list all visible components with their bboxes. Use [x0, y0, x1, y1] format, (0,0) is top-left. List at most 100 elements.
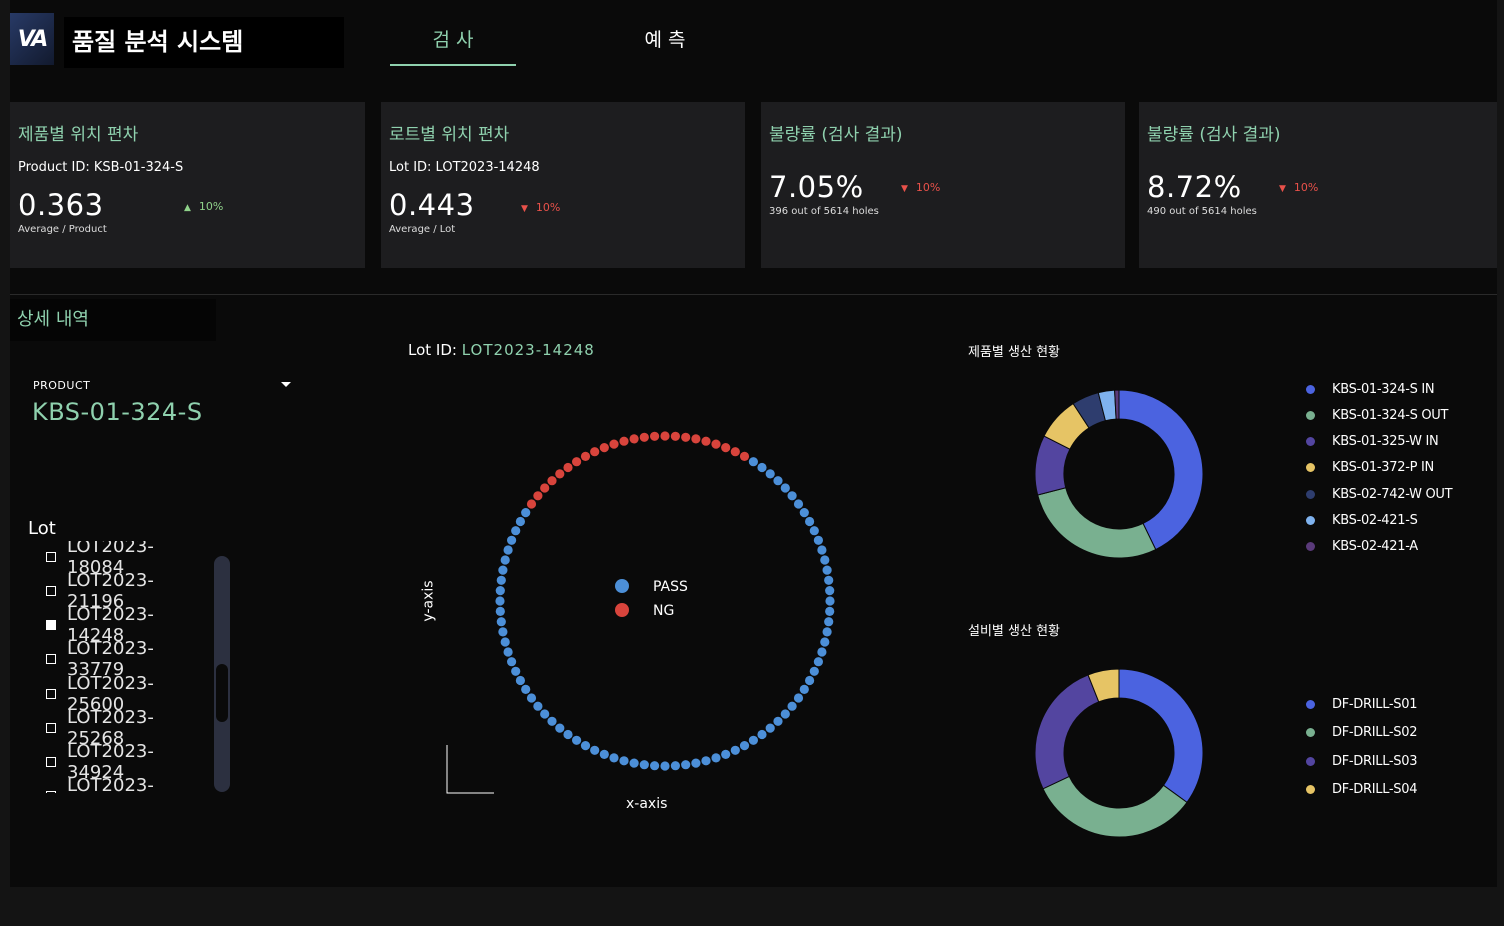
ng-point [730, 447, 740, 457]
trend-down-icon: ▼ [521, 204, 528, 214]
legend-item[interactable]: DF-DRILL-S04 [1306, 782, 1418, 797]
pass-point [533, 701, 543, 711]
kpi-title: 불량률 (검사 결과) [769, 125, 903, 145]
kpi-delta-value: 10% [1293, 181, 1319, 194]
tab-prediction[interactable]: 예 측 [602, 26, 728, 64]
lot-item-label: LOT2023-17744 [67, 775, 154, 793]
legend-dot [1306, 757, 1315, 766]
ng-point [739, 451, 750, 461]
ng-point [590, 447, 600, 457]
legend-item[interactable]: KBS-01-324-S IN [1306, 382, 1435, 397]
legend-dot [1306, 516, 1315, 525]
chevron-down-icon[interactable] [278, 376, 294, 392]
legend-item[interactable]: KBS-01-324-S OUT [1306, 408, 1448, 423]
lot-item[interactable]: LOT2023-21196 [38, 570, 208, 612]
scrollbar-thumb[interactable] [216, 664, 228, 722]
x-axis-label: x-axis [626, 796, 668, 812]
pass-point [813, 535, 823, 545]
pass-point [780, 709, 790, 719]
pass-point [787, 491, 797, 501]
ng-point [580, 451, 591, 461]
pass-point [748, 457, 758, 467]
kpi-caption: 490 out of 5614 holes [1147, 206, 1257, 217]
legend-dot [1306, 463, 1315, 472]
checkbox[interactable] [46, 757, 56, 767]
kpi-title: 로트별 위치 편차 [389, 125, 510, 145]
ng-point [629, 434, 639, 444]
donut-slice[interactable] [1037, 487, 1157, 559]
lot-list[interactable]: LOT2023-18084 LOT2023-21196 LOT2023-1424… [38, 541, 213, 793]
legend-dot [1306, 542, 1315, 551]
pass-point [799, 684, 809, 694]
ng-point [681, 432, 691, 442]
legend-label: KBS-01-324-S OUT [1332, 408, 1449, 423]
pass-point [515, 516, 525, 527]
donut-slice[interactable] [1034, 674, 1100, 790]
pass-point [650, 761, 660, 771]
scatter-title-lot: LOT2023-14248 [461, 341, 595, 359]
legend-item[interactable]: DF-DRILL-S01 [1306, 697, 1418, 712]
pass-point [730, 745, 740, 755]
donut-slice[interactable] [1118, 668, 1204, 804]
checkbox[interactable] [46, 723, 56, 733]
pass-point [521, 508, 531, 518]
ng-point [721, 443, 731, 453]
legend-item[interactable]: KBS-02-421-A [1306, 539, 1418, 554]
axis-indicator [446, 745, 494, 794]
pass-point [793, 693, 804, 703]
kpi-value: 8.72% [1147, 170, 1242, 204]
kpi-value: 0.443 [389, 188, 475, 222]
checkbox[interactable] [46, 791, 56, 793]
checkbox-checked[interactable] [46, 620, 56, 630]
lot-item[interactable]: LOT2023-14248 [38, 604, 208, 646]
lot-item[interactable]: LOT2023-25600 [38, 673, 208, 715]
legend-dot [1306, 437, 1315, 446]
lot-item[interactable]: LOT2023-18084 [38, 541, 208, 578]
pass-point [825, 596, 835, 606]
checkbox[interactable] [46, 552, 56, 562]
product-select[interactable]: KBS-01-324-S [32, 398, 203, 426]
lot-item[interactable]: LOT2023-25268 [38, 707, 208, 749]
legend-dot [1306, 728, 1315, 737]
legend-item[interactable]: KBS-01-325-W IN [1306, 434, 1439, 449]
legend-item[interactable]: KBS-02-742-W OUT [1306, 487, 1453, 502]
ng-point [526, 499, 537, 509]
pass-point [511, 666, 521, 676]
kpi-delta: ▲ 10% [184, 200, 223, 213]
checkbox[interactable] [46, 689, 56, 699]
lot-item[interactable]: LOT2023-33779 [38, 638, 208, 680]
pass-point [739, 741, 750, 751]
legend-ng-marker [615, 603, 629, 617]
legend-item[interactable]: KBS-02-421-S [1306, 513, 1418, 528]
pass-point [496, 617, 506, 627]
product-donut-chart [1034, 389, 1204, 559]
pass-point [824, 575, 834, 585]
tab-inspection[interactable]: 검 사 [390, 26, 516, 66]
lot-item[interactable]: LOT2023-34924 [38, 741, 208, 783]
legend-item[interactable]: DF-DRILL-S03 [1306, 754, 1418, 769]
pass-point [701, 756, 711, 766]
checkbox[interactable] [46, 654, 56, 664]
donut-slice[interactable] [1118, 389, 1204, 551]
pass-point [496, 575, 506, 585]
pass-point [503, 647, 513, 657]
pass-point [825, 606, 835, 616]
pass-point [563, 729, 573, 740]
kpi-card-defect-rate-2: 불량률 (검사 결과) 8.72% 490 out of 5614 holes … [1139, 102, 1497, 268]
pass-point [691, 758, 701, 768]
pass-point [805, 675, 815, 686]
pass-point [555, 723, 565, 733]
ng-point [660, 431, 670, 441]
kpi-subtitle: Lot ID: LOT2023-14248 [389, 160, 540, 175]
ng-point [540, 483, 550, 493]
legend-label: DF-DRILL-S01 [1332, 697, 1418, 712]
section-title: 상세 내역 [10, 299, 216, 341]
trend-up-icon: ▲ [184, 203, 191, 213]
kpi-caption: Average / Product [18, 224, 107, 235]
legend-item[interactable]: DF-DRILL-S02 [1306, 725, 1418, 740]
checkbox[interactable] [46, 586, 56, 596]
ng-point [639, 432, 649, 442]
lot-item[interactable]: LOT2023-17744 [38, 775, 208, 793]
legend-item[interactable]: KBS-01-372-P IN [1306, 460, 1434, 475]
ng-point [533, 491, 543, 501]
